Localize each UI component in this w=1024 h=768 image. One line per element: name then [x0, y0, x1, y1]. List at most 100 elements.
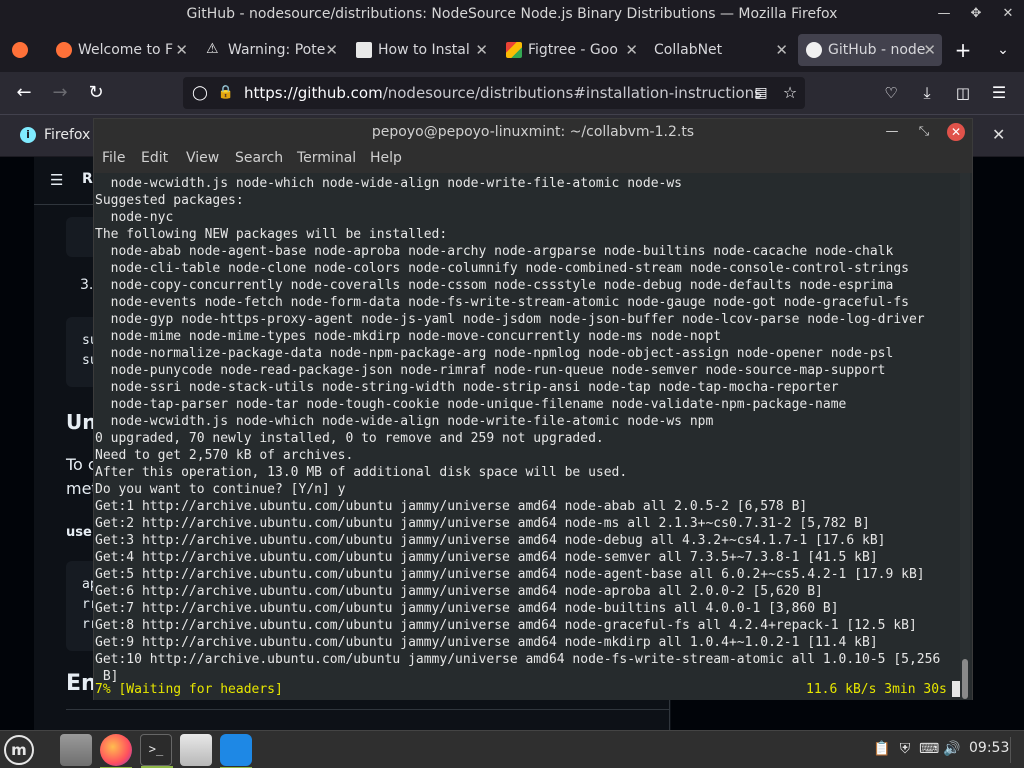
terminal-line: Get:1 http://archive.ubuntu.com/ubuntu j… — [95, 499, 808, 514]
extensions-icon[interactable]: ◫ — [950, 80, 976, 106]
menu-edit[interactable]: Edit — [141, 150, 168, 166]
menu-search[interactable]: Search — [235, 150, 283, 166]
tab-collabnet[interactable]: CollabNet ✕ — [648, 34, 794, 66]
keyboard-icon[interactable]: ⌨ — [919, 740, 939, 758]
tab-close-icon[interactable]: ✕ — [325, 34, 338, 66]
terminal-window[interactable]: pepoyo@pepoyo-linuxmint: ~/collabvm-1.2.… — [93, 118, 973, 700]
terminal-line: The following NEW packages will be insta… — [95, 227, 448, 242]
menu-icon[interactable]: ☰ — [986, 80, 1012, 106]
reload-icon[interactable]: ↻ — [83, 80, 109, 106]
maximize-icon[interactable]: ✥ — [962, 0, 990, 28]
terminal-menubar: File Edit View Search Terminal Help — [94, 145, 972, 173]
new-tab-icon[interactable]: + — [950, 37, 976, 63]
terminal-line: node-abab node-agent-base node-aproba no… — [95, 244, 894, 259]
clock[interactable]: 09:53 — [969, 740, 1009, 756]
tab-label: Welcome to F — [78, 42, 174, 58]
terminal-line: node-gyp node-https-proxy-agent node-js-… — [95, 312, 925, 327]
back-arrow-icon[interactable]: ← — [11, 80, 37, 106]
url-path: /nodesource/distributions#installation-i… — [382, 84, 762, 102]
github-icon — [806, 42, 822, 58]
mint-menu-icon[interactable]: m — [4, 735, 34, 765]
clipboard-icon[interactable]: 📋 — [873, 740, 891, 758]
tab-figtree[interactable]: Figtree - Goo ✕ — [498, 34, 644, 66]
tab-github[interactable]: GitHub - node ✕ — [798, 34, 942, 66]
maximize-icon[interactable]: ⤡ — [912, 119, 936, 145]
collabvm-icon[interactable] — [220, 734, 252, 768]
site-icon — [356, 42, 372, 58]
firefox-tab-bar: Welcome to F ✕ ⚠ Warning: Pote ✕ How to … — [0, 28, 1024, 72]
menu-help[interactable]: Help — [370, 150, 402, 166]
tab-label: GitHub - node — [828, 42, 926, 58]
minimize-icon[interactable]: — — [880, 119, 904, 145]
shield-icon[interactable]: ◯ — [187, 80, 213, 106]
menu-terminal[interactable]: Terminal — [297, 150, 356, 166]
list-all-tabs-icon[interactable]: ⌄ — [990, 37, 1016, 63]
tab-warning[interactable]: ⚠ Warning: Pote ✕ — [198, 34, 344, 66]
reader-view-icon[interactable]: ▤ — [748, 80, 774, 106]
scrollbar-thumb[interactable] — [962, 659, 968, 699]
tab-label: CollabNet — [654, 42, 723, 58]
terminal-line: node-mime node-mime-types node-mkdirp no… — [95, 329, 722, 344]
terminal-line: node-wcwidth.js node-which node-wide-ali… — [95, 414, 714, 429]
readme-title: R — [82, 171, 93, 187]
firefox-icon — [56, 42, 72, 58]
shield-icon[interactable]: ⛨ — [896, 740, 914, 758]
terminal-line: Get:2 http://archive.ubuntu.com/ubuntu j… — [95, 516, 870, 531]
terminal-line: Suggested packages: — [95, 193, 244, 208]
volume-icon[interactable]: 🔊 — [943, 740, 961, 758]
firefox-icon — [12, 42, 28, 58]
bookmark-star-icon[interactable]: ☆ — [777, 80, 803, 106]
terminal-titlebar[interactable]: pepoyo@pepoyo-linuxmint: ~/collabvm-1.2.… — [94, 119, 972, 145]
terminal-line: Get:10 http://archive.ubuntu.com/ubuntu … — [95, 652, 941, 667]
apt-download-speed: 11.6 kB/s 3min 30s — [806, 682, 947, 697]
terminal-line: node-ssri node-stack-utils node-string-w… — [95, 380, 839, 395]
terminal-line: node-cli-table node-clone node-colors no… — [95, 261, 909, 276]
url-host: https://github.com — [244, 84, 383, 102]
google-fonts-icon — [506, 42, 522, 58]
forward-arrow-icon[interactable]: → — [47, 80, 73, 106]
tab-close-icon[interactable]: ✕ — [175, 34, 188, 66]
tab-close-icon[interactable]: ✕ — [625, 34, 638, 66]
tab-close-icon[interactable]: ✕ — [475, 34, 488, 66]
firefox-icon[interactable] — [100, 734, 132, 768]
minimize-icon[interactable]: — — [930, 0, 958, 28]
bold-label: use — [66, 525, 92, 540]
tab-close-icon[interactable]: ✕ — [775, 34, 788, 66]
file-manager-icon[interactable] — [60, 734, 92, 766]
terminal-line: node-punycode node-read-package-json nod… — [95, 363, 886, 378]
tab-welcome[interactable]: Welcome to F ✕ — [48, 34, 194, 66]
url-bar[interactable]: ◯ 🔒 https://github.com/nodesource/distri… — [183, 77, 805, 109]
firefox-view-button[interactable] — [4, 34, 36, 66]
terminal-line: Get:8 http://archive.ubuntu.com/ubuntu j… — [95, 618, 917, 633]
terminal-icon[interactable]: >_ — [140, 734, 173, 768]
info-icon: i — [20, 127, 36, 143]
pocket-icon[interactable]: ♡ — [878, 80, 904, 106]
tab-close-icon[interactable]: ✕ — [923, 34, 936, 66]
firefox-titlebar: GitHub - nodesource/distributions: NodeS… — [0, 0, 1024, 28]
terminal-scrollbar[interactable] — [960, 173, 970, 700]
page-margin — [0, 157, 34, 730]
firefox-navigation-bar: ← → ↻ ◯ 🔒 https://github.com/nodesource/… — [0, 72, 1024, 114]
terminal-line: node-tap-parser node-tar node-tough-cook… — [95, 397, 847, 412]
close-icon[interactable]: ✕ — [947, 123, 965, 141]
warning-icon: ⚠ — [206, 41, 219, 57]
terminal-line: Get:3 http://archive.ubuntu.com/ubuntu j… — [95, 533, 886, 548]
tab-how-to-install[interactable]: How to Instal ✕ — [348, 34, 494, 66]
lock-icon[interactable]: 🔒 — [213, 80, 239, 106]
terminal-output[interactable]: node-wcwidth.js node-which node-wide-ali… — [94, 173, 972, 700]
software-manager-icon[interactable] — [180, 734, 212, 766]
menu-file[interactable]: File — [102, 150, 125, 166]
list-icon[interactable]: ☰ — [50, 173, 66, 188]
menu-view[interactable]: View — [186, 150, 219, 166]
terminal-cursor — [952, 681, 960, 697]
show-desktop-button[interactable] — [1010, 737, 1020, 763]
terminal-line: node-wcwidth.js node-which node-wide-ali… — [95, 176, 682, 191]
terminal-line: Do you want to continue? [Y/n] y — [95, 482, 346, 497]
divider — [66, 709, 670, 710]
close-icon[interactable]: ✕ — [992, 115, 1005, 155]
tab-label: Figtree - Goo — [528, 42, 618, 58]
close-icon[interactable]: ✕ — [994, 0, 1022, 28]
taskbar: m >_ 📋 ⛨ ⌨ 🔊 09:53 — [0, 730, 1024, 768]
downloads-icon[interactable]: ⤓ — [914, 80, 940, 106]
terminal-line: After this operation, 13.0 MB of additio… — [95, 465, 628, 480]
